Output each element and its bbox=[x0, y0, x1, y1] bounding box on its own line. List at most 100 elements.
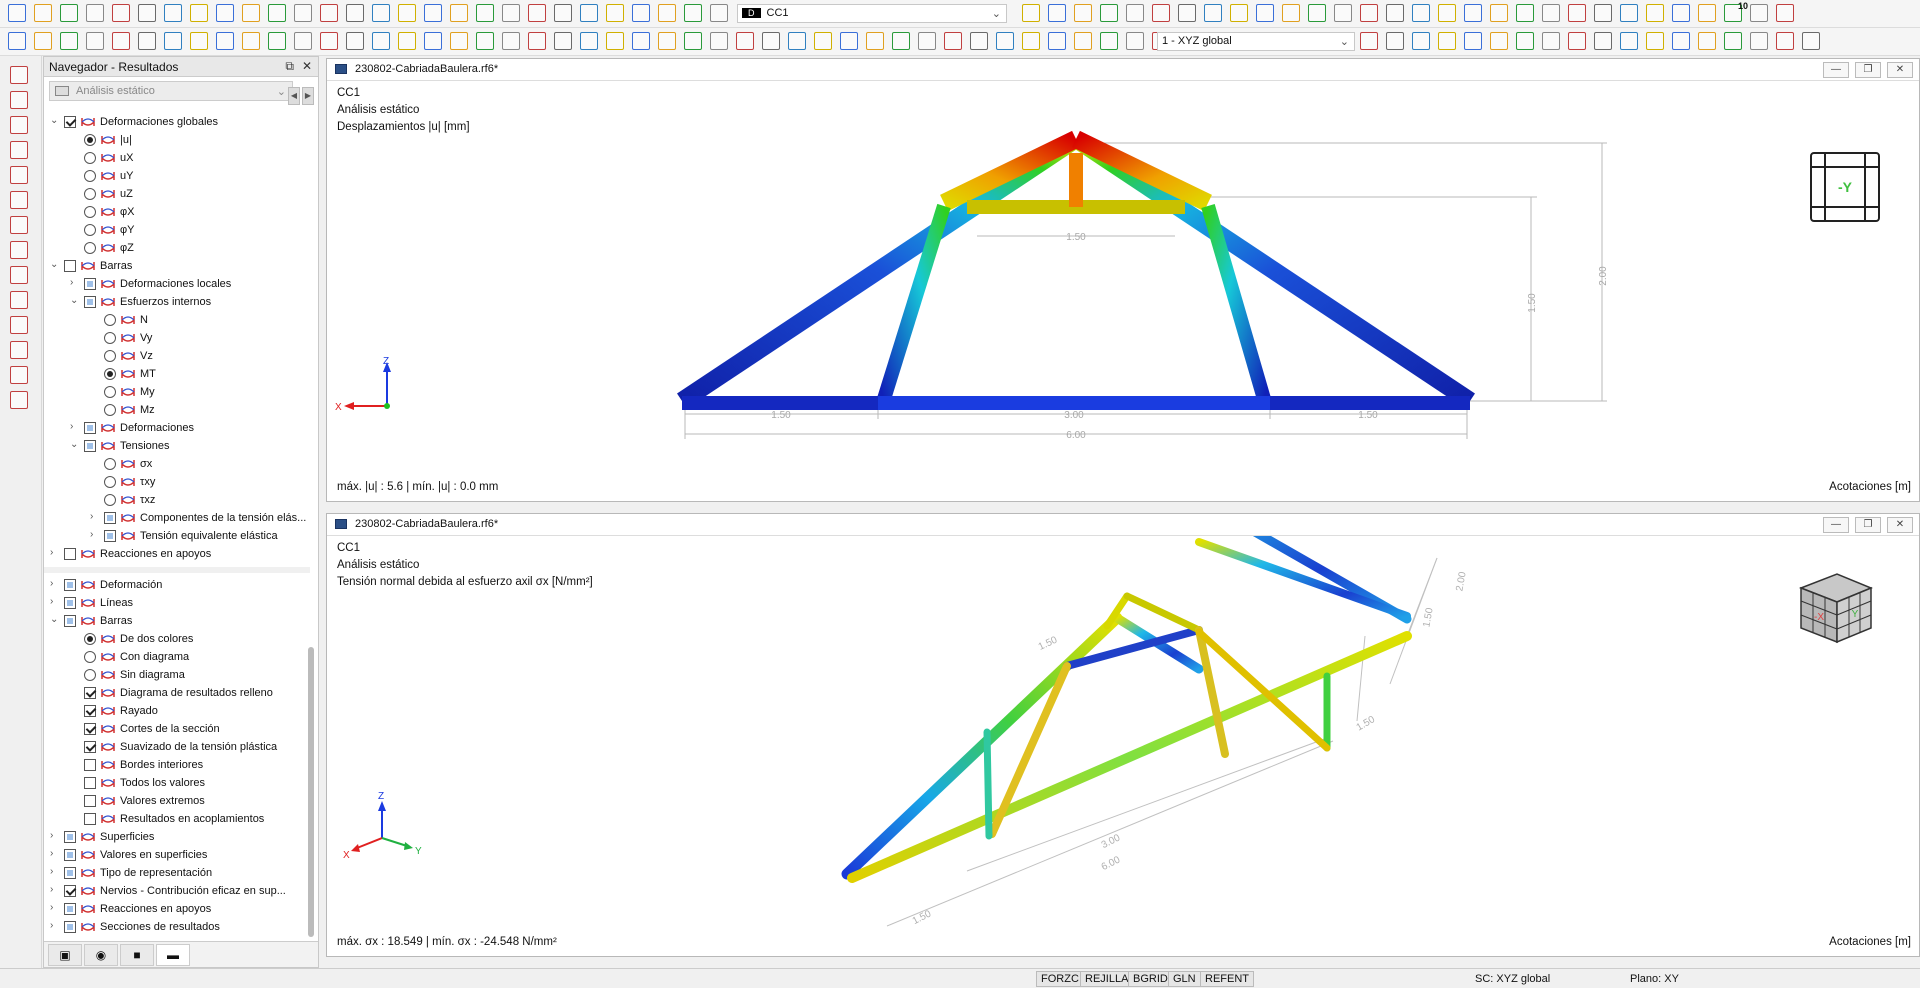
toolbar-tool-icon[interactable] bbox=[398, 4, 416, 22]
toolbar-tool-icon[interactable] bbox=[1542, 32, 1560, 50]
collapse-icon[interactable]: ⌄ bbox=[70, 439, 80, 450]
toolbar-tool-icon[interactable] bbox=[1074, 32, 1092, 50]
tree-item[interactable]: › Líneas bbox=[44, 594, 310, 612]
toolbar-tool-icon[interactable] bbox=[1386, 32, 1404, 50]
collapse-icon[interactable]: ⌄ bbox=[50, 259, 60, 270]
toolbar-tool-icon[interactable] bbox=[476, 4, 494, 22]
tree-item[interactable]: Vz bbox=[44, 347, 310, 365]
checkbox[interactable] bbox=[104, 530, 116, 542]
radio-button[interactable] bbox=[84, 633, 96, 645]
status-rejilla-button[interactable]: REJILLA bbox=[1080, 971, 1134, 987]
expand-icon[interactable]: › bbox=[50, 830, 60, 841]
tree-item[interactable]: ⌄ Deformaciones globales bbox=[44, 113, 310, 131]
expand-icon[interactable]: › bbox=[70, 277, 80, 288]
toolbar-tool-icon[interactable] bbox=[1074, 4, 1092, 22]
toolbar-tool-icon[interactable] bbox=[86, 32, 104, 50]
toolbar-tool-icon[interactable] bbox=[1360, 4, 1378, 22]
tree-item[interactable]: ⌄ Barras bbox=[44, 257, 310, 275]
close-icon[interactable]: ✕ bbox=[302, 59, 312, 73]
toolbar-tool-icon[interactable] bbox=[190, 4, 208, 22]
tree-item[interactable]: › Secciones de resultados bbox=[44, 918, 310, 936]
toolbar-tool-icon[interactable] bbox=[1542, 4, 1560, 22]
checkbox[interactable] bbox=[64, 831, 76, 843]
tree-item[interactable]: Mz bbox=[44, 401, 310, 419]
toolbar-tool-icon[interactable] bbox=[346, 32, 364, 50]
drawing-tool-icon[interactable] bbox=[10, 116, 28, 134]
toolbar-tool-icon[interactable] bbox=[372, 32, 390, 50]
toolbar-tool-icon[interactable] bbox=[1048, 32, 1066, 50]
toolbar-tool-icon[interactable] bbox=[294, 4, 312, 22]
checkbox[interactable] bbox=[104, 512, 116, 524]
toolbar-tool-icon[interactable] bbox=[1672, 4, 1690, 22]
tree-item[interactable]: Suavizado de la tensión plástica bbox=[44, 738, 310, 756]
radio-button[interactable] bbox=[104, 350, 116, 362]
radio-button[interactable] bbox=[84, 651, 96, 663]
checkbox[interactable] bbox=[84, 705, 96, 717]
tree-item[interactable]: › Deformaciones locales bbox=[44, 275, 310, 293]
drawing-tool-icon[interactable] bbox=[10, 291, 28, 309]
status-gln-button[interactable]: GLN bbox=[1168, 971, 1201, 987]
tree-item[interactable]: De dos colores bbox=[44, 630, 310, 648]
toolbar-tool-icon[interactable] bbox=[450, 4, 468, 22]
checkbox[interactable] bbox=[64, 597, 76, 609]
tree-item[interactable]: › Reacciones en apoyos bbox=[44, 900, 310, 918]
expand-icon[interactable]: › bbox=[50, 547, 60, 558]
maximize-button[interactable]: ❐ bbox=[1855, 517, 1881, 533]
checkbox[interactable] bbox=[64, 579, 76, 591]
toolbar-tool-icon[interactable] bbox=[1204, 4, 1222, 22]
radio-button[interactable] bbox=[104, 368, 116, 380]
toolbar-tool-icon[interactable] bbox=[1620, 4, 1638, 22]
toolbar-tool-icon[interactable] bbox=[1776, 4, 1794, 22]
results-tab-icon[interactable]: ▬ bbox=[156, 944, 190, 966]
toolbar-tool-icon[interactable] bbox=[1594, 4, 1612, 22]
drawing-tool-icon[interactable] bbox=[10, 66, 28, 84]
toolbar-tool-icon[interactable] bbox=[476, 32, 494, 50]
toolbar-tool-icon[interactable] bbox=[658, 32, 676, 50]
toolbar-tool-icon[interactable] bbox=[60, 4, 78, 22]
tree-item[interactable]: Bordes interiores bbox=[44, 756, 310, 774]
maximize-button[interactable]: ❐ bbox=[1855, 62, 1881, 78]
expand-icon[interactable]: › bbox=[90, 511, 100, 522]
radio-button[interactable] bbox=[104, 458, 116, 470]
toolbar-tool-icon[interactable] bbox=[918, 32, 936, 50]
toolbar-tool-icon[interactable] bbox=[1308, 4, 1326, 22]
toolbar-tool-icon[interactable] bbox=[372, 4, 390, 22]
checkbox[interactable] bbox=[84, 278, 96, 290]
views-tab-icon[interactable]: ■ bbox=[120, 944, 154, 966]
toolbar-tool-icon[interactable] bbox=[1100, 32, 1118, 50]
toolbar-tool-icon[interactable] bbox=[1022, 32, 1040, 50]
checkbox[interactable] bbox=[64, 867, 76, 879]
toolbar-tool-icon[interactable] bbox=[632, 4, 650, 22]
load-case-dropdown[interactable]: D CC1 ⌄ bbox=[737, 4, 1007, 23]
toolbar-tool-icon[interactable] bbox=[606, 4, 624, 22]
tree-item[interactable]: τxy bbox=[44, 473, 310, 491]
drawing-tool-icon[interactable] bbox=[10, 391, 28, 409]
toolbar-tool-icon[interactable] bbox=[684, 32, 702, 50]
toolbar-tool-icon[interactable] bbox=[164, 4, 182, 22]
radio-button[interactable] bbox=[84, 170, 96, 182]
toolbar-tool-icon[interactable] bbox=[528, 32, 546, 50]
toolbar-tool-icon[interactable] bbox=[1516, 4, 1534, 22]
radio-button[interactable] bbox=[84, 224, 96, 236]
radio-button[interactable] bbox=[104, 386, 116, 398]
toolbar-tool-icon[interactable] bbox=[1750, 4, 1768, 22]
tree-item[interactable]: › Valores en superficies bbox=[44, 846, 310, 864]
toolbar-tool-icon[interactable] bbox=[34, 32, 52, 50]
expand-icon[interactable]: › bbox=[50, 866, 60, 877]
toolbar-tool-icon[interactable] bbox=[320, 32, 338, 50]
toolbar-tool-icon[interactable] bbox=[1438, 32, 1456, 50]
toolbar-tool-icon[interactable] bbox=[1386, 4, 1404, 22]
radio-button[interactable] bbox=[104, 476, 116, 488]
checkbox[interactable] bbox=[84, 741, 96, 753]
radio-button[interactable] bbox=[104, 314, 116, 326]
status-bgrid-button[interactable]: BGRID bbox=[1128, 971, 1173, 987]
radio-button[interactable] bbox=[104, 332, 116, 344]
toolbar-tool-icon[interactable] bbox=[60, 32, 78, 50]
tree-item[interactable]: Rayado bbox=[44, 702, 310, 720]
toolbar-tool-icon[interactable] bbox=[606, 32, 624, 50]
drawing-tool-icon[interactable] bbox=[10, 241, 28, 259]
tree-item[interactable]: Con diagrama bbox=[44, 648, 310, 666]
expand-icon[interactable]: › bbox=[90, 529, 100, 540]
minimize-button[interactable]: — bbox=[1823, 517, 1849, 533]
collapse-icon[interactable]: ⌄ bbox=[50, 115, 60, 126]
